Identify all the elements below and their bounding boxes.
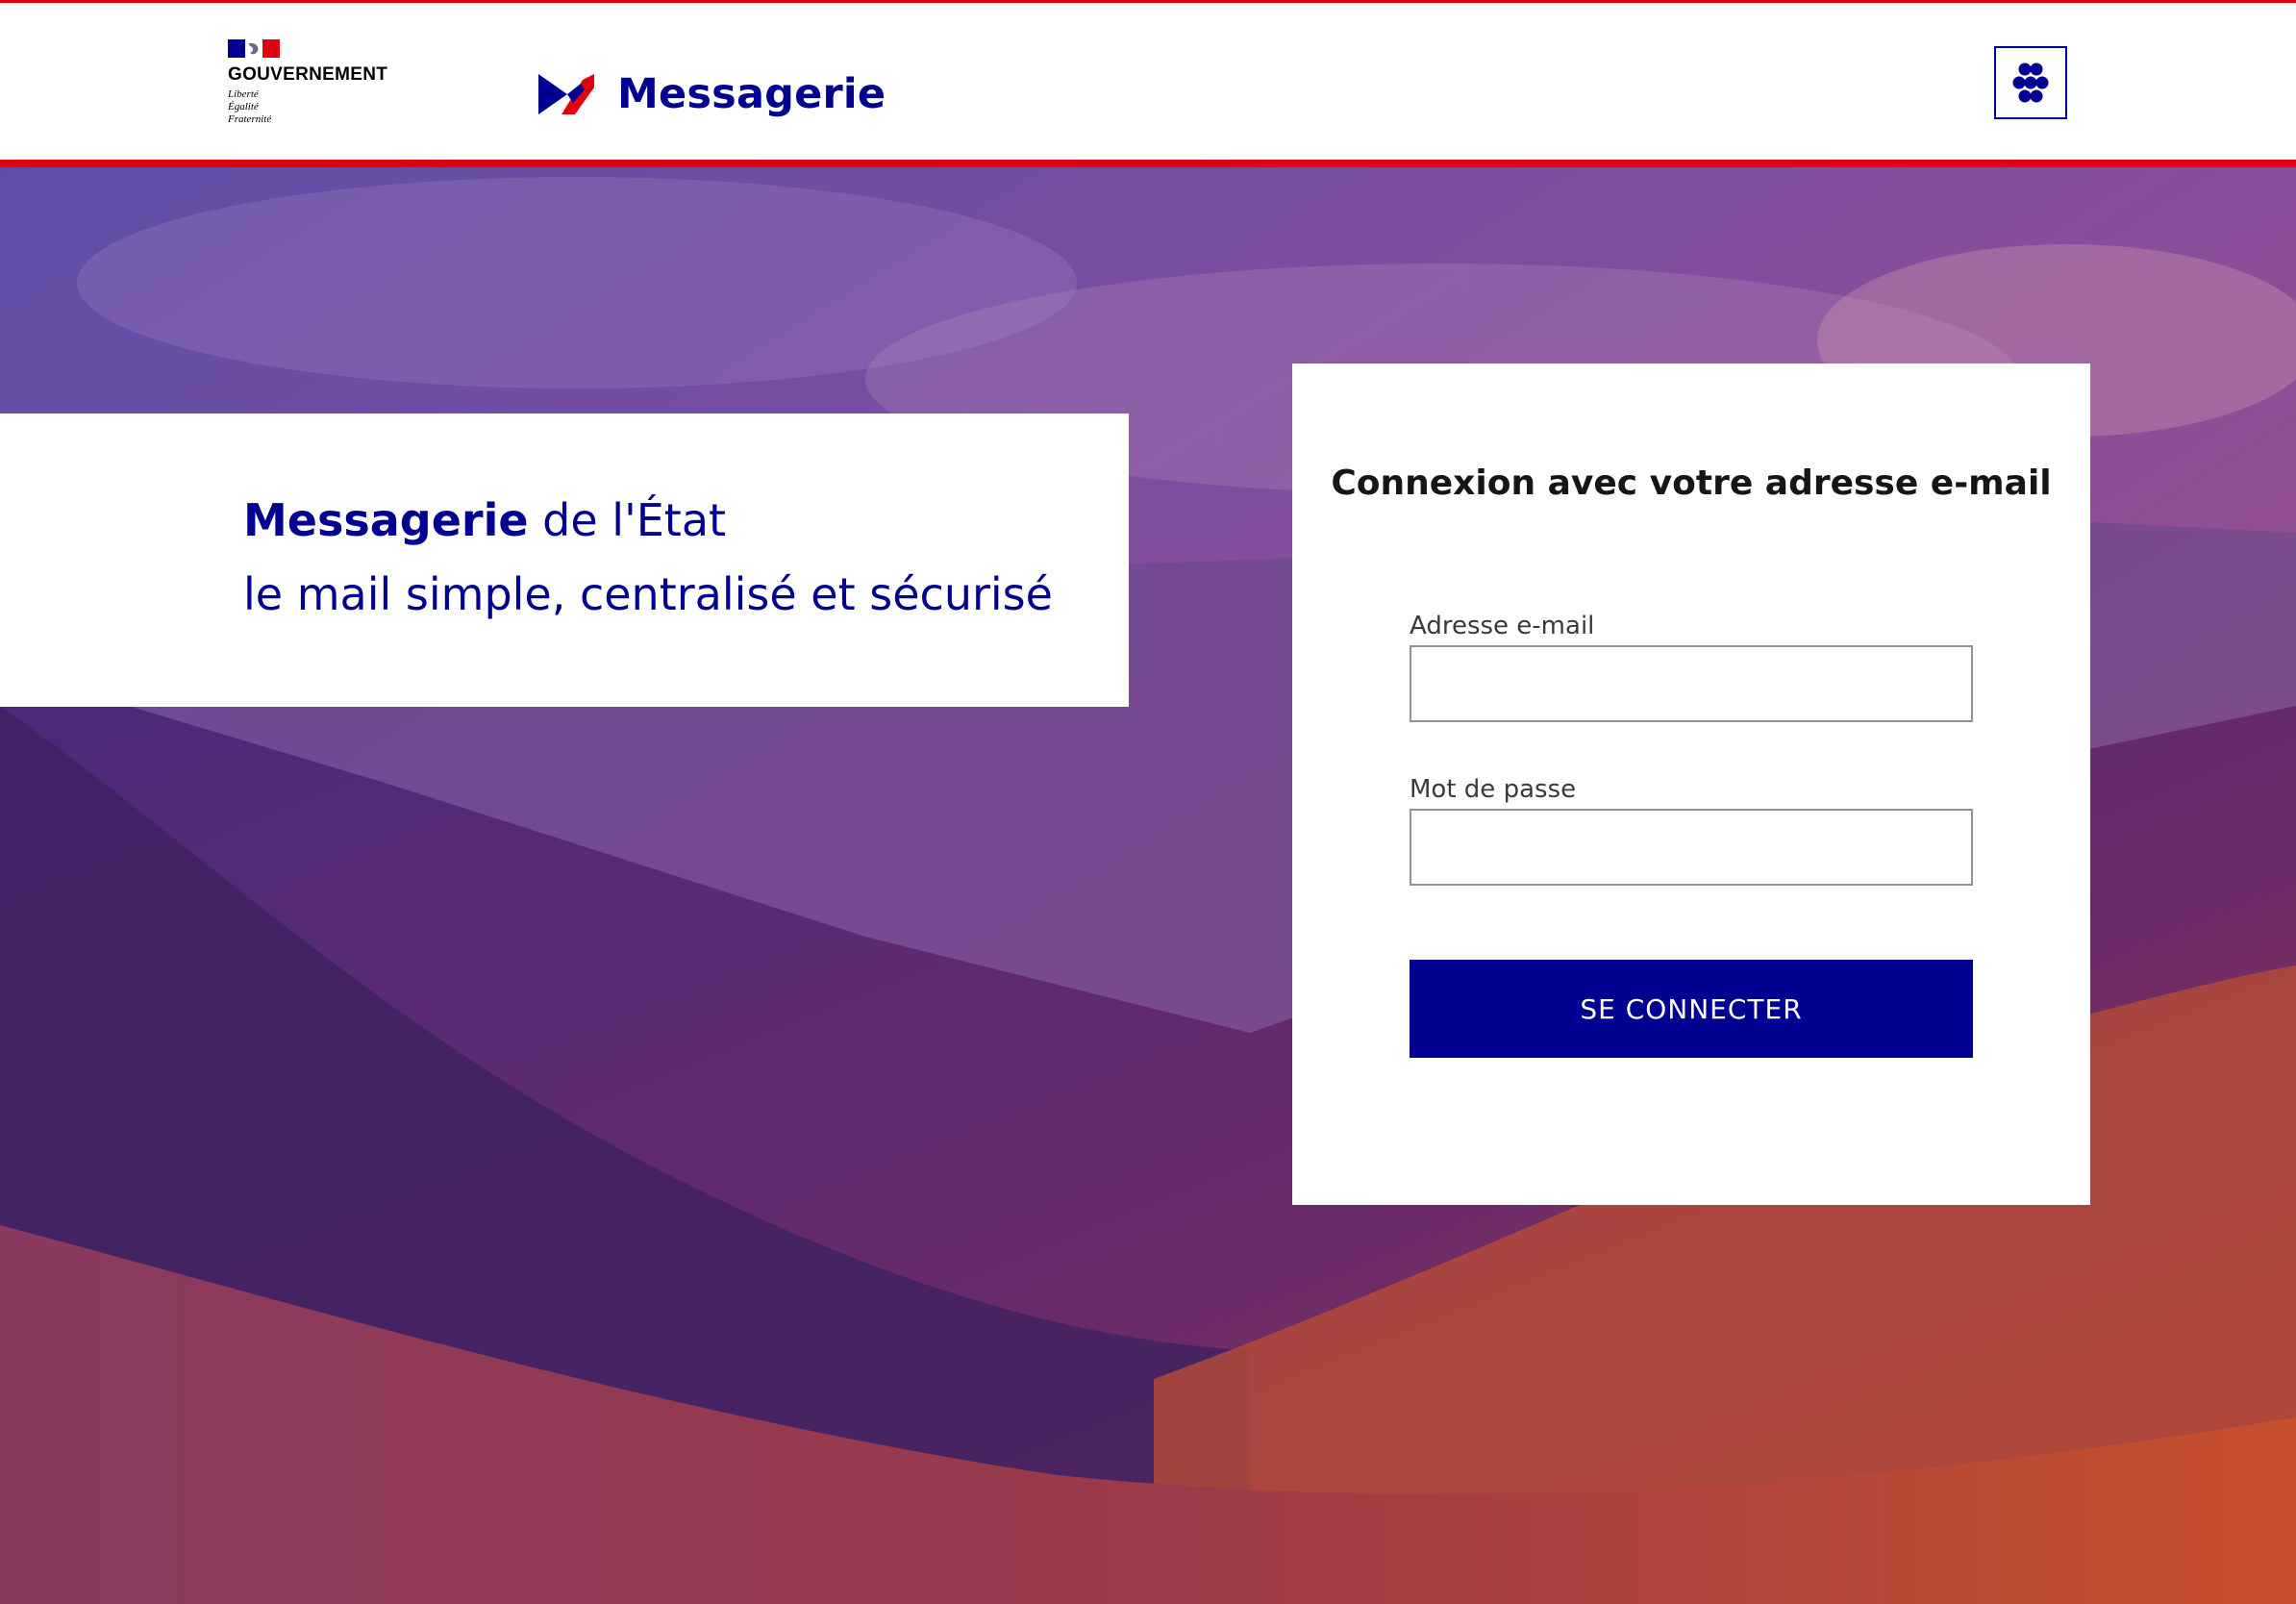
brand-name: Messagerie [617,70,886,118]
motto-fraternite: Fraternité [228,113,272,125]
tagline-line-1-rest: de l'État [528,494,727,546]
email-input[interactable] [1410,645,1973,722]
login-page: GOUVERNEMENT Liberté Égalité Fraternité … [0,0,2296,1604]
apps-menu-button[interactable] [1994,46,2067,119]
government-logo: GOUVERNEMENT Liberté Égalité Fraternité [228,39,420,136]
brand[interactable]: Messagerie [538,70,886,118]
tagline-card: Messagerie de l'État le mail simple, cen… [0,414,1129,707]
marianne-flag-icon [228,39,280,58]
site-header: GOUVERNEMENT Liberté Égalité Fraternité … [0,0,2296,160]
tagline-brand: Messagerie [243,494,529,546]
tagline-line-1: Messagerie de l'État [243,494,726,546]
login-button[interactable]: SE CONNECTER [1410,960,1973,1058]
login-title: Connexion avec votre adresse e-mail [1331,464,2052,503]
tagline-line-2: le mail simple, centralisé et sécurisé [243,568,1053,620]
government-motto: Liberté Égalité Fraternité [228,88,271,126]
messagerie-logo-icon [538,74,594,114]
header-accent-bar [0,160,2296,167]
email-label: Adresse e-mail [1410,612,1595,640]
motto-liberte: Liberté [228,88,259,100]
password-input[interactable] [1410,809,1973,886]
apps-grid-icon [2012,63,2049,103]
password-label: Mot de passe [1410,775,1577,804]
government-name: GOUVERNEMENT [228,64,388,85]
motto-egalite: Égalité [228,101,259,113]
login-form: Connexion avec votre adresse e-mail Adre… [1292,363,2090,1205]
